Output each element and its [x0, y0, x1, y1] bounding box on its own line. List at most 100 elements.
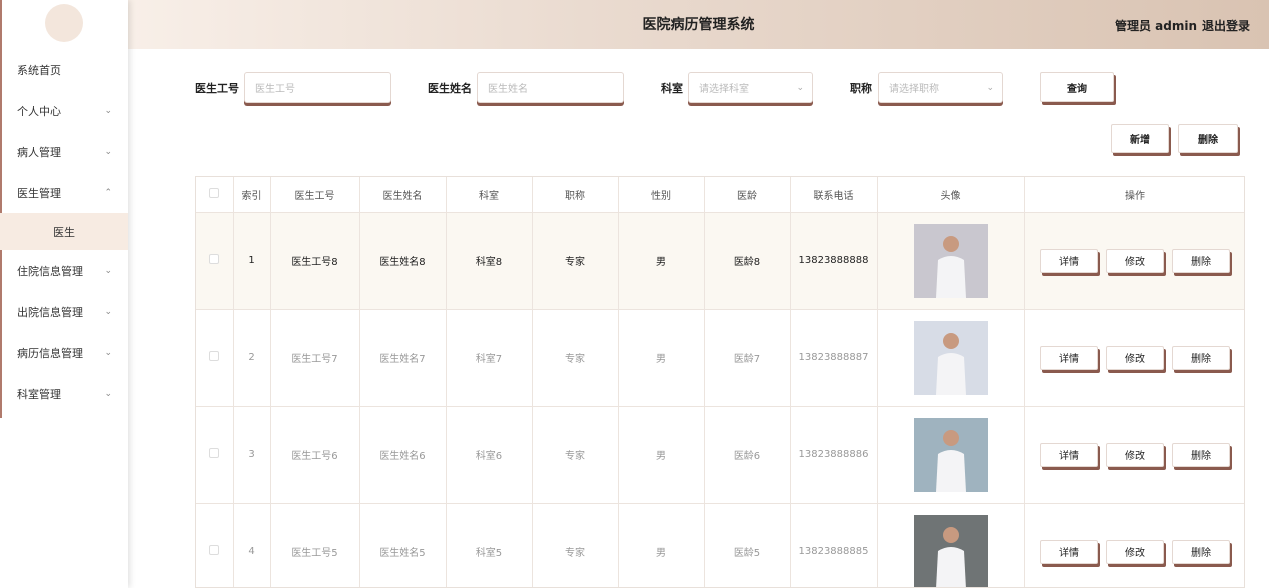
cell-doctor-name: 医生姓名7: [359, 309, 447, 407]
cell-gender: 男: [618, 503, 705, 587]
sidebar-item-label: 出院信息管理: [17, 305, 83, 319]
cell-years: 医龄8: [704, 212, 791, 310]
cell-years: 医龄5: [704, 503, 791, 587]
row-checkbox[interactable]: [209, 254, 220, 264]
detail-button[interactable]: 详情: [1040, 345, 1098, 370]
row-checkbox[interactable]: [209, 448, 220, 458]
doctor-portrait-icon: [913, 223, 988, 298]
cell-department: 科室6: [446, 406, 533, 504]
cell-department: 科室7: [446, 309, 533, 407]
chevron-down-icon: ⌄: [986, 82, 994, 93]
cell-doctor-id: 医生工号8: [270, 212, 360, 310]
row-delete-button[interactable]: 删除: [1172, 248, 1230, 273]
cell-index: 1: [233, 212, 271, 310]
cell-index: 3: [233, 406, 271, 504]
cell-index: 2: [233, 309, 271, 407]
row-operations: 详情 修改 删除: [1025, 539, 1245, 564]
cell-title: 专家: [532, 406, 619, 504]
chevron-down-icon: ⌄: [104, 306, 112, 317]
header-title: 职称: [532, 177, 619, 213]
doctor-id-label: 医生工号: [195, 82, 239, 95]
cell-doctor-id: 医生工号6: [270, 406, 360, 504]
sidebar-item-doctor-management[interactable]: 医生管理 ⌃: [0, 172, 128, 213]
sidebar-item-home[interactable]: 系统首页: [0, 49, 128, 90]
edit-button[interactable]: 修改: [1106, 442, 1164, 467]
query-button[interactable]: 查询: [1040, 72, 1114, 102]
cell-gender: 男: [618, 406, 705, 504]
doctor-photo: [913, 320, 988, 395]
detail-button[interactable]: 详情: [1040, 248, 1098, 273]
sidebar-item-label: 住院信息管理: [17, 264, 83, 278]
chevron-down-icon: ⌄: [104, 105, 112, 116]
top-header: 医院病历管理系统 管理员 admin 退出登录: [128, 0, 1269, 49]
sidebar-item-label: 科室管理: [17, 387, 61, 401]
chevron-down-icon: ⌄: [104, 146, 112, 157]
doctor-photo: [913, 514, 988, 587]
row-checkbox[interactable]: [209, 351, 220, 361]
chevron-down-icon: ⌄: [104, 347, 112, 358]
cell-phone: 13823888886: [790, 406, 878, 504]
row-delete-button[interactable]: 删除: [1172, 442, 1230, 467]
doctor-id-input[interactable]: 医生工号: [244, 72, 391, 103]
chevron-down-icon: ⌄: [104, 265, 112, 276]
row-operations: 详情 修改 删除: [1025, 248, 1245, 273]
department-placeholder: 请选择科室: [699, 84, 749, 95]
doctor-portrait-icon: [913, 514, 988, 587]
sidebar-item-patient-management[interactable]: 病人管理 ⌄: [0, 131, 128, 172]
row-checkbox[interactable]: [209, 545, 220, 555]
detail-button[interactable]: 详情: [1040, 442, 1098, 467]
row-delete-button[interactable]: 删除: [1172, 345, 1230, 370]
chevron-up-icon: ⌃: [104, 187, 112, 198]
header-select-all[interactable]: [196, 177, 234, 213]
header-index: 索引: [233, 177, 271, 213]
doctor-portrait-icon: [913, 320, 988, 395]
cell-gender: 男: [618, 212, 705, 310]
header-phone: 联系电话: [790, 177, 878, 213]
sidebar-item-label: 病历信息管理: [17, 346, 83, 360]
cell-title: 专家: [532, 503, 619, 587]
sidebar-item-label: 病人管理: [17, 145, 61, 159]
current-user: 管理员 admin: [1114, 19, 1197, 33]
row-operations: 详情 修改 删除: [1025, 442, 1245, 467]
doctor-table: 索引 医生工号 医生姓名 科室 职称 性别 医龄 联系电话 头像 操作 1 医生…: [195, 176, 1245, 588]
cell-years: 医龄7: [704, 309, 791, 407]
sidebar: 系统首页 个人中心 ⌄ 病人管理 ⌄ 医生管理 ⌃ 医生 住院信息管理 ⌄ 出院…: [0, 0, 128, 588]
sidebar-item-department-management[interactable]: 科室管理 ⌄: [0, 373, 128, 414]
title-select[interactable]: 请选择职称 ⌄: [878, 72, 1003, 103]
sidebar-item-discharge-management[interactable]: 出院信息管理 ⌄: [0, 291, 128, 332]
delete-button[interactable]: 删除: [1178, 124, 1238, 153]
logout-link[interactable]: 退出登录: [1202, 17, 1250, 34]
cell-doctor-name: 医生姓名8: [359, 212, 447, 310]
header-years: 医龄: [704, 177, 791, 213]
department-label: 科室: [661, 82, 683, 95]
cell-phone: 13823888887: [790, 309, 878, 407]
cell-doctor-id: 医生工号5: [270, 503, 360, 587]
header-photo: 头像: [877, 177, 1025, 213]
doctor-id-placeholder: 医生工号: [255, 84, 295, 95]
checkbox[interactable]: [209, 187, 220, 198]
chevron-down-icon: ⌄: [796, 82, 804, 93]
cell-gender: 男: [618, 309, 705, 407]
edit-button[interactable]: 修改: [1106, 248, 1164, 273]
cell-doctor-name: 医生姓名5: [359, 503, 447, 587]
doctor-portrait-icon: [913, 417, 988, 492]
table-header-row: 索引 医生工号 医生姓名 科室 职称 性别 医龄 联系电话 头像 操作: [196, 177, 1244, 213]
sidebar-item-inpatient-management[interactable]: 住院信息管理 ⌄: [0, 250, 128, 291]
title-placeholder: 请选择职称: [889, 84, 939, 95]
edit-button[interactable]: 修改: [1106, 345, 1164, 370]
table-row: 1 医生工号8 医生姓名8 科室8 专家 男 医龄8 13823888888 详…: [196, 212, 1245, 310]
sidebar-item-medical-record-management[interactable]: 病历信息管理 ⌄: [0, 332, 128, 373]
doctor-name-label: 医生姓名: [428, 82, 472, 95]
sidebar-subitem-doctor[interactable]: 医生: [0, 213, 128, 250]
doctor-name-input[interactable]: 医生姓名: [477, 72, 624, 103]
sidebar-item-personal-center[interactable]: 个人中心 ⌄: [0, 90, 128, 131]
edit-button[interactable]: 修改: [1106, 539, 1164, 564]
row-delete-button[interactable]: 删除: [1172, 539, 1230, 564]
detail-button[interactable]: 详情: [1040, 539, 1098, 564]
cell-title: 专家: [532, 212, 619, 310]
title-label: 职称: [850, 82, 872, 95]
add-button[interactable]: 新增: [1111, 124, 1169, 153]
department-select[interactable]: 请选择科室 ⌄: [688, 72, 813, 103]
sidebar-item-label: 个人中心: [17, 104, 61, 118]
table-row: 3 医生工号6 医生姓名6 科室6 专家 男 医龄6 13823888886 详…: [196, 406, 1245, 504]
